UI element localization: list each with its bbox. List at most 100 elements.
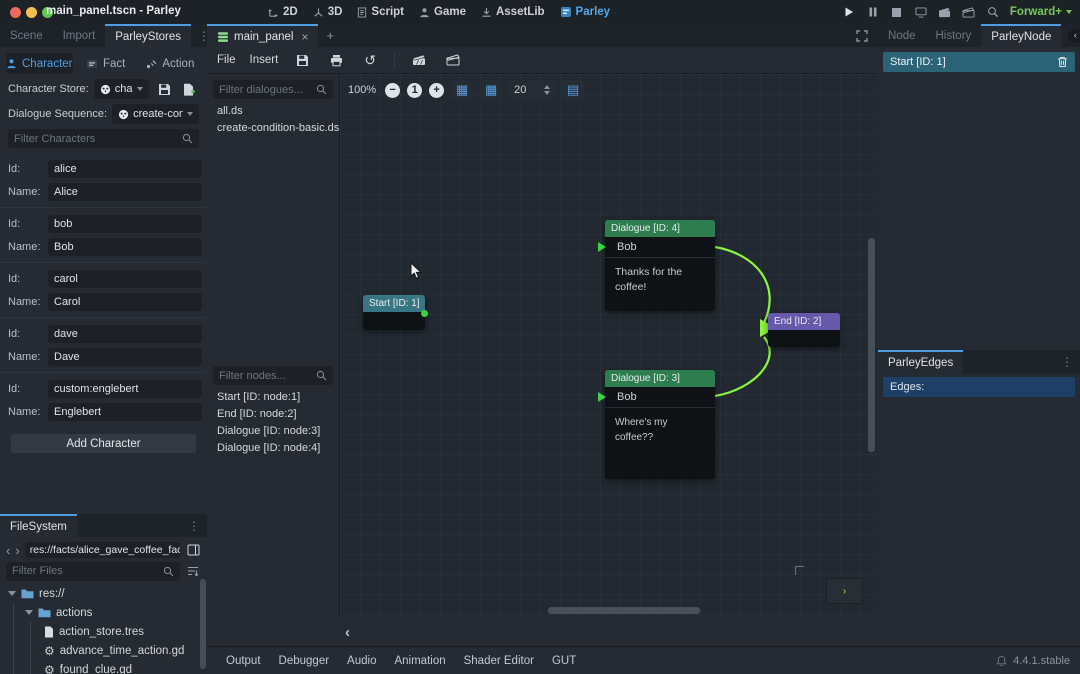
toggle-snap-button[interactable]: ▦ xyxy=(480,80,502,100)
spinner-arrows[interactable] xyxy=(544,85,550,95)
tab-parleynode[interactable]: ParleyNode xyxy=(981,24,1061,47)
filter-files-input[interactable] xyxy=(12,565,159,577)
node-list-item[interactable]: Dialogue [ID: node:3] xyxy=(207,423,339,440)
bottom-tab-gut[interactable]: GUT xyxy=(543,655,585,667)
character-id-field[interactable] xyxy=(48,270,202,288)
node-header[interactable]: End [ID: 2] xyxy=(768,313,840,330)
tab-filesystem[interactable]: FileSystem xyxy=(0,514,77,537)
file-sort-button[interactable] xyxy=(185,561,201,581)
menu-3d[interactable]: 3D xyxy=(313,6,343,18)
grid-size-spinner[interactable]: 20 xyxy=(509,80,555,100)
bottom-tab-animation[interactable]: Animation xyxy=(385,655,454,667)
expander-icon[interactable] xyxy=(8,591,16,596)
profiler-icon[interactable] xyxy=(986,5,1000,19)
canvas-vertical-scrollbar[interactable] xyxy=(868,238,875,452)
history-forward-icon[interactable]: › xyxy=(15,544,19,557)
arrange-nodes-button[interactable]: ▤ xyxy=(562,80,584,100)
bottom-tab-audio[interactable]: Audio xyxy=(338,655,385,667)
menu-parley[interactable]: Parley xyxy=(560,6,611,18)
character-store-select[interactable]: charact xyxy=(94,79,149,99)
delete-node-button[interactable] xyxy=(1057,56,1068,68)
character-name-field[interactable] xyxy=(48,183,202,201)
add-character-button[interactable]: Add Character xyxy=(11,434,196,453)
history-back-icon[interactable]: ‹ xyxy=(6,544,10,557)
save-store-button[interactable] xyxy=(154,79,174,99)
insert-menu[interactable]: Insert xyxy=(250,54,279,66)
pause-button[interactable] xyxy=(866,5,880,19)
character-name-field[interactable] xyxy=(48,238,202,256)
edge-dialogue4-to-end[interactable] xyxy=(715,247,770,323)
input-port[interactable] xyxy=(598,392,606,402)
node-list-item[interactable]: End [ID: node:2] xyxy=(207,406,339,423)
current-path-field[interactable]: res://facts/alice_gave_coffee_fact.g xyxy=(25,542,180,558)
character-name-field[interactable] xyxy=(48,403,202,421)
new-tab-button[interactable]: + xyxy=(318,24,342,47)
close-tab-icon[interactable]: × xyxy=(301,30,308,44)
character-id-field[interactable] xyxy=(48,160,202,178)
character-id-field[interactable] xyxy=(48,325,202,343)
graph-node-start[interactable]: Start [ID: 1] xyxy=(363,295,425,330)
graph-node-end[interactable]: End [ID: 2] xyxy=(768,313,840,347)
dialogue-file-item[interactable]: create-condition-basic.ds xyxy=(207,120,339,137)
tree-item-folder[interactable]: res:// xyxy=(0,584,207,603)
character-id-field[interactable] xyxy=(48,380,202,398)
tab-parleystores[interactable]: ParleyStores xyxy=(105,24,191,47)
dialogue-sequence-select[interactable]: create-conditi xyxy=(112,104,199,124)
play-button[interactable] xyxy=(842,5,856,19)
zoom-in-button[interactable]: + xyxy=(429,83,444,98)
expander-icon[interactable] xyxy=(25,610,33,615)
graph-node-dialogue3[interactable]: Dialogue [ID: 3] Bob Where's my coffee?? xyxy=(605,370,715,479)
selected-node-header[interactable]: Start [ID: 1] xyxy=(883,52,1075,72)
run-dialogue-from-here-button[interactable] xyxy=(443,50,463,70)
toggle-grid-button[interactable]: ▦ xyxy=(451,80,473,100)
tree-item-script[interactable]: ⚙ advance_time_action.gd xyxy=(0,641,207,660)
tab-fact-store[interactable]: Fact xyxy=(75,53,137,74)
filter-characters-input[interactable] xyxy=(14,133,178,145)
filter-nodes-input[interactable] xyxy=(219,370,312,382)
tree-item-file[interactable]: action_store.tres xyxy=(0,622,207,641)
character-name-field[interactable] xyxy=(48,348,202,366)
spin-up-icon[interactable] xyxy=(544,85,550,89)
nav-back-icon[interactable]: ‹ xyxy=(1068,29,1080,43)
dialogue-graph-canvas[interactable]: 100% − 1 + ▦ ▦ 20 ▤ Start [ID: 1] Dialog… xyxy=(340,74,878,618)
undo-button[interactable]: ↺ xyxy=(360,50,380,70)
node-list-item[interactable]: Start [ID: node:1] xyxy=(207,389,339,406)
file-menu[interactable]: File xyxy=(217,54,236,66)
menu-game[interactable]: Game xyxy=(419,6,466,18)
node-header[interactable]: Dialogue [ID: 3] xyxy=(605,370,715,387)
tab-node[interactable]: Node xyxy=(878,24,926,47)
window-minimize-button[interactable] xyxy=(26,7,37,18)
dock-menu-icon[interactable]: ⋮ xyxy=(1054,350,1080,373)
minimap-toggle-button[interactable]: › xyxy=(826,578,863,604)
stop-button[interactable] xyxy=(890,5,904,19)
play-scene-button[interactable] xyxy=(938,5,952,19)
new-store-button[interactable] xyxy=(179,79,199,99)
run-dialogue-button[interactable] xyxy=(409,50,429,70)
node-header[interactable]: Dialogue [ID: 4] xyxy=(605,220,715,237)
graph-node-dialogue4[interactable]: Dialogue [ID: 4] Bob Thanks for the coff… xyxy=(605,220,715,311)
tree-item-folder[interactable]: actions xyxy=(0,603,207,622)
canvas-horizontal-scrollbar[interactable] xyxy=(548,607,700,614)
expand-bottom-panel-button[interactable] xyxy=(849,24,878,47)
character-id-field[interactable] xyxy=(48,215,202,233)
dock-menu-icon[interactable]: ⋮ xyxy=(181,514,207,537)
menu-2d[interactable]: 2D xyxy=(268,6,298,18)
menu-script[interactable]: Script xyxy=(357,6,404,18)
window-close-button[interactable] xyxy=(10,7,21,18)
tab-character-store[interactable]: Character xyxy=(6,53,73,74)
spin-down-icon[interactable] xyxy=(544,91,550,95)
print-dialogue-button[interactable] xyxy=(326,50,346,70)
tab-import[interactable]: Import xyxy=(53,24,106,47)
tab-parleyedges[interactable]: ParleyEdges xyxy=(878,350,963,373)
tab-action-store[interactable]: Action xyxy=(139,53,201,74)
notification-bell-icon[interactable] xyxy=(996,655,1007,667)
zoom-reset-button[interactable]: 1 xyxy=(407,83,422,98)
save-dialogue-button[interactable] xyxy=(292,50,312,70)
node-header[interactable]: Start [ID: 1] xyxy=(363,295,425,312)
zoom-out-button[interactable]: − xyxy=(385,83,400,98)
edge-dialogue3-to-end[interactable] xyxy=(715,337,770,396)
tab-history[interactable]: History xyxy=(926,24,982,47)
bottom-tab-shader-editor[interactable]: Shader Editor xyxy=(455,655,543,667)
node-list-item[interactable]: Dialogue [ID: node:4] xyxy=(207,440,339,457)
character-name-field[interactable] xyxy=(48,293,202,311)
